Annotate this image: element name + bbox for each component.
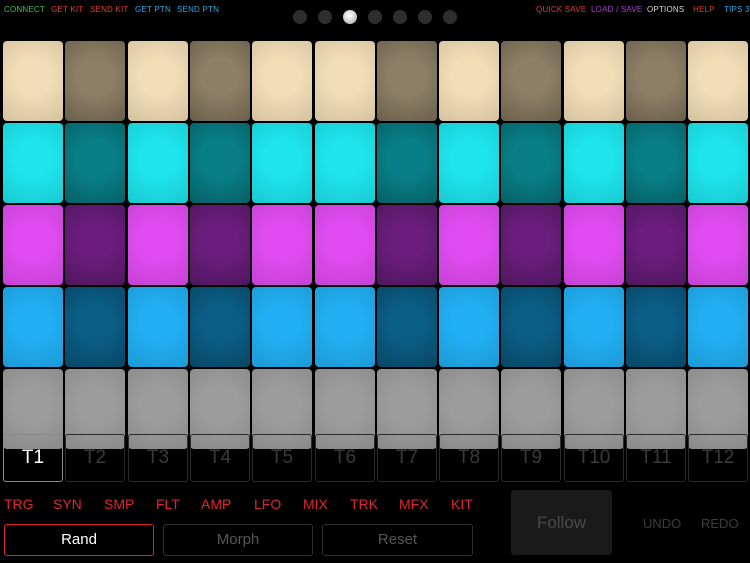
pad-magenta-5[interactable] [252,205,312,285]
pad-blue-8[interactable] [439,287,499,367]
page-dot[interactable] [293,10,307,24]
pad-magenta-1[interactable] [3,205,63,285]
pad-magenta-9[interactable] [501,205,561,285]
follow-button[interactable]: Follow [511,490,612,555]
pad-blue-7[interactable] [377,287,437,367]
pad-blue-2[interactable] [65,287,125,367]
page-dot[interactable] [343,10,357,24]
pad-beige-3[interactable] [128,41,188,121]
pad-beige-9[interactable] [501,41,561,121]
pad-magenta-12[interactable] [688,205,748,285]
pad-blue-9[interactable] [501,287,561,367]
pad-cyan-1[interactable] [3,123,63,203]
pad-magenta-10[interactable] [564,205,624,285]
pad-beige-11[interactable] [626,41,686,121]
pad-beige-7[interactable] [377,41,437,121]
pad-cyan-9[interactable] [501,123,561,203]
track-t1-button[interactable]: T1 [3,434,63,482]
pad-cyan-4[interactable] [190,123,250,203]
menu-mfx[interactable]: MFX [399,496,429,512]
page-dot[interactable] [393,10,407,24]
pad-blue-3[interactable] [128,287,188,367]
track-t4-button[interactable]: T4 [190,434,250,482]
menu-amp[interactable]: AMP [201,496,231,512]
page-dot[interactable] [443,10,457,24]
pad-beige-1[interactable] [3,41,63,121]
quick-save-link[interactable]: QUICK SAVE [536,5,586,14]
pad-cyan-10[interactable] [564,123,624,203]
pad-magenta-11[interactable] [626,205,686,285]
track-t11-button[interactable]: T11 [626,434,686,482]
redo-button[interactable]: REDO [701,516,739,531]
track-t10-button[interactable]: T10 [564,434,624,482]
menu-lfo[interactable]: LFO [254,496,281,512]
page-dot[interactable] [418,10,432,24]
menu-trk[interactable]: TRK [350,496,378,512]
pad-beige-12[interactable] [688,41,748,121]
pad-blue-6[interactable] [315,287,375,367]
pad-cyan-6[interactable] [315,123,375,203]
pad-blue-5[interactable] [252,287,312,367]
send-kit-link[interactable]: SEND KIT [90,5,129,14]
pad-blue-4[interactable] [190,287,250,367]
menu-trg[interactable]: TRG [4,496,34,512]
load-save-link[interactable]: LOAD / SAVE [591,5,642,14]
pad-cyan-7[interactable] [377,123,437,203]
pad-cyan-5[interactable] [252,123,312,203]
help-link[interactable]: HELP [693,5,715,14]
track-t3-button[interactable]: T3 [128,434,188,482]
connect-link[interactable]: CONNECT [4,5,45,14]
page-dot[interactable] [318,10,332,24]
track-t8-button[interactable]: T8 [439,434,499,482]
pad-beige-10[interactable] [564,41,624,121]
pad-blue-1[interactable] [3,287,63,367]
menu-kit[interactable]: KIT [451,496,473,512]
pad-beige-4[interactable] [190,41,250,121]
track-t9-button[interactable]: T9 [501,434,561,482]
pad-magenta-3[interactable] [128,205,188,285]
send-ptn-link[interactable]: SEND PTN [177,5,219,14]
pad-cyan-11[interactable] [626,123,686,203]
pad-magenta-6[interactable] [315,205,375,285]
menu-syn[interactable]: SYN [53,496,82,512]
pad-blue-12[interactable] [688,287,748,367]
reset-button[interactable]: Reset [322,524,473,556]
pad-magenta-8[interactable] [439,205,499,285]
pad-beige-8[interactable] [439,41,499,121]
track-t7-button[interactable]: T7 [377,434,437,482]
track-t12-button[interactable]: T12 [688,434,748,482]
morph-button[interactable]: Morph [163,524,313,556]
pad-blue-11[interactable] [626,287,686,367]
track-t2-button[interactable]: T2 [65,434,125,482]
pad-magenta-2[interactable] [65,205,125,285]
get-kit-link[interactable]: GET KIT [51,5,83,14]
page-dot[interactable] [368,10,382,24]
track-t5-button[interactable]: T5 [252,434,312,482]
pad-cyan-2[interactable] [65,123,125,203]
pad-beige-5[interactable] [252,41,312,121]
pad-cyan-3[interactable] [128,123,188,203]
tips-link[interactable]: TIPS 3 [724,5,750,14]
pad-magenta-7[interactable] [377,205,437,285]
options-link[interactable]: OPTIONS [647,5,684,14]
get-ptn-link[interactable]: GET PTN [135,5,171,14]
menu-flt[interactable]: FLT [156,496,180,512]
pad-beige-2[interactable] [65,41,125,121]
track-t6-button[interactable]: T6 [315,434,375,482]
undo-button[interactable]: UNDO [643,516,681,531]
pad-blue-10[interactable] [564,287,624,367]
pad-cyan-12[interactable] [688,123,748,203]
pad-beige-6[interactable] [315,41,375,121]
rand-button[interactable]: Rand [4,524,154,556]
pad-cyan-8[interactable] [439,123,499,203]
menu-smp[interactable]: SMP [104,496,134,512]
pad-magenta-4[interactable] [190,205,250,285]
menu-mix[interactable]: MIX [303,496,328,512]
